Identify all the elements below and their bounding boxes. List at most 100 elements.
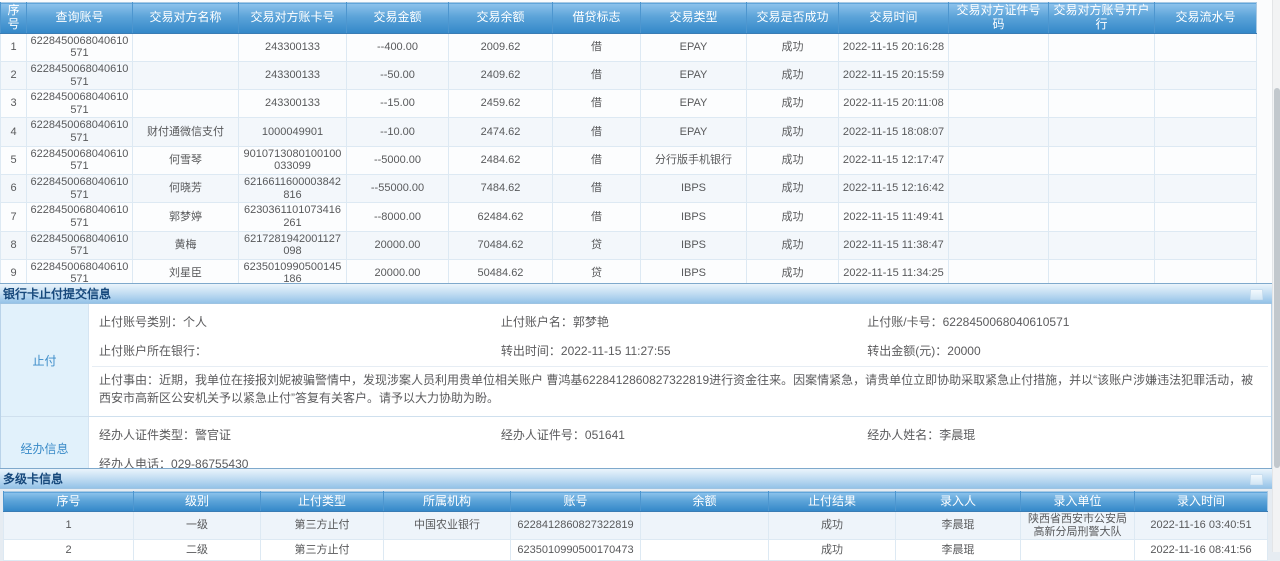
cell-type: 分行版手机银行 bbox=[641, 146, 747, 174]
scrollbar-thumb[interactable] bbox=[1274, 88, 1280, 468]
col-header-seq: 序号 bbox=[4, 492, 134, 512]
col-header-counterparty-card: 交易对方账卡号 bbox=[239, 3, 347, 34]
field-row: 止付账户所在银行： 转出时间：2022-11-15 11:27:55 转出金额(… bbox=[89, 335, 1271, 364]
field-value: 20000 bbox=[947, 344, 980, 358]
cell-time: 2022-11-15 20:11:08 bbox=[839, 90, 949, 118]
cell-counterparty-cert bbox=[949, 33, 1049, 61]
field-value: 051641 bbox=[585, 428, 625, 442]
cell-query-account: 6228450068040610571 bbox=[27, 146, 133, 174]
cell-result: 成功 bbox=[769, 512, 896, 540]
field-value: 近期，我单位在接报刘妮被骗警情中，发现涉案人员利用贵单位相关账户 曹鸿基6228… bbox=[99, 373, 1253, 405]
cell-counterparty-cert bbox=[949, 146, 1049, 174]
cell-stop-type: 第三方止付 bbox=[261, 512, 384, 540]
group-label-zhifu: 止付 bbox=[1, 304, 89, 416]
cell-operator: 李晨琨 bbox=[896, 512, 1021, 540]
multilevel-table: 序号 级别 止付类型 所属机构 账号 余额 止付结果 录入人 录入单位 录入时间… bbox=[3, 491, 1268, 561]
cell-account: 6228412860827322819 bbox=[511, 512, 641, 540]
cell-seq: 4 bbox=[1, 118, 27, 146]
field-value: 郭梦艳 bbox=[573, 315, 609, 329]
field-row: 经办人证件类型：警官证 经办人证件号：051641 经办人姓名：李晨琨 bbox=[89, 419, 1271, 448]
transactions-body: 1 6228450068040610571 243300133 --400.00… bbox=[1, 33, 1257, 316]
cell-amount: --55000.00 bbox=[347, 175, 449, 203]
field-cert-no: 经办人证件号：051641 bbox=[491, 419, 857, 448]
cell-counterparty-cert bbox=[949, 61, 1049, 89]
cell-level: 一级 bbox=[134, 512, 261, 540]
field-label: 经办人姓名： bbox=[867, 428, 939, 442]
cell-balance bbox=[641, 540, 769, 561]
cell-time: 2022-11-15 18:08:07 bbox=[839, 118, 949, 146]
cell-balance: 2009.62 bbox=[449, 33, 553, 61]
field-row: 止付账号类别：个人 止付账户名：郭梦艳 止付账/卡号：6228450068040… bbox=[89, 306, 1271, 335]
cell-seq: 2 bbox=[4, 540, 134, 561]
cell-success: 成功 bbox=[747, 90, 839, 118]
collapse-icon[interactable] bbox=[1250, 474, 1263, 485]
cell-seq: 5 bbox=[1, 146, 27, 174]
cell-serial bbox=[1155, 231, 1257, 259]
table-row: 2 二级 第三方止付 6235010990500170473 成功 李晨琨 20… bbox=[4, 540, 1268, 561]
cell-balance: 7484.62 bbox=[449, 175, 553, 203]
col-header-debit-credit-flag: 借贷标志 bbox=[553, 3, 641, 34]
cell-operator: 李晨琨 bbox=[896, 540, 1021, 561]
cell-counterparty-name bbox=[133, 90, 239, 118]
cell-org bbox=[384, 540, 511, 561]
cell-debit-credit-flag: 贷 bbox=[553, 231, 641, 259]
cell-query-account: 6228450068040610571 bbox=[27, 90, 133, 118]
cell-counterparty-name: 何雪琴 bbox=[133, 146, 239, 174]
col-header-account: 账号 bbox=[511, 492, 641, 512]
cell-type: IBPS bbox=[641, 203, 747, 231]
cell-counterparty-card: 243300133 bbox=[239, 61, 347, 89]
multilevel-section-header: 多级卡信息 bbox=[0, 468, 1272, 489]
cell-type: EPAY bbox=[641, 61, 747, 89]
cell-success: 成功 bbox=[747, 33, 839, 61]
field-value: 李晨琨 bbox=[939, 428, 975, 442]
cell-counterparty-cert bbox=[949, 231, 1049, 259]
cell-seq: 6 bbox=[1, 175, 27, 203]
cell-balance bbox=[641, 512, 769, 540]
vertical-scrollbar[interactable] bbox=[1272, 0, 1280, 552]
collapse-icon[interactable] bbox=[1250, 289, 1263, 300]
cell-serial bbox=[1155, 118, 1257, 146]
cell-amount: --50.00 bbox=[347, 61, 449, 89]
cell-time: 2022-11-15 12:16:42 bbox=[839, 175, 949, 203]
cell-query-account: 6228450068040610571 bbox=[27, 175, 133, 203]
cell-success: 成功 bbox=[747, 203, 839, 231]
stop-payment-body: 止付 止付账号类别：个人 止付账户名：郭梦艳 止付账/卡号：6228450068… bbox=[0, 304, 1272, 480]
col-header-time: 交易时间 bbox=[839, 3, 949, 34]
field-label: 转出金额(元)： bbox=[867, 344, 947, 358]
col-header-seq: 序号 bbox=[1, 3, 27, 34]
cell-type: EPAY bbox=[641, 118, 747, 146]
field-account-type: 止付账号类别：个人 bbox=[89, 306, 491, 335]
cell-unit: 陕西省西安市公安局高新分局刑警大队 bbox=[1021, 512, 1135, 540]
field-account-name: 止付账户名：郭梦艳 bbox=[491, 306, 857, 335]
col-header-success: 交易是否成功 bbox=[747, 3, 839, 34]
cell-counterparty-bank bbox=[1049, 61, 1155, 89]
cell-query-account: 6228450068040610571 bbox=[27, 61, 133, 89]
cell-amount: --15.00 bbox=[347, 90, 449, 118]
table-row: 3 6228450068040610571 243300133 --15.00 … bbox=[1, 90, 1257, 118]
cell-debit-credit-flag: 借 bbox=[553, 118, 641, 146]
cell-debit-credit-flag: 借 bbox=[553, 175, 641, 203]
cell-serial bbox=[1155, 61, 1257, 89]
table-row: 1 6228450068040610571 243300133 --400.00… bbox=[1, 33, 1257, 61]
cell-balance: 2484.62 bbox=[449, 146, 553, 174]
col-header-stop-type: 止付类型 bbox=[261, 492, 384, 512]
cell-stop-type: 第三方止付 bbox=[261, 540, 384, 561]
cell-amount: 20000.00 bbox=[347, 231, 449, 259]
col-header-balance: 余额 bbox=[641, 492, 769, 512]
cell-amount: --10.00 bbox=[347, 118, 449, 146]
cell-counterparty-card: 6230361101073416261 bbox=[239, 203, 347, 231]
field-bank: 止付账户所在银行： bbox=[89, 335, 491, 364]
cell-debit-credit-flag: 借 bbox=[553, 146, 641, 174]
cell-seq: 1 bbox=[1, 33, 27, 61]
cell-balance: 70484.62 bbox=[449, 231, 553, 259]
table-row: 6 6228450068040610571 何晓芳 62166116000038… bbox=[1, 175, 1257, 203]
cell-counterparty-cert bbox=[949, 90, 1049, 118]
cell-time: 2022-11-15 11:38:47 bbox=[839, 231, 949, 259]
cell-seq: 2 bbox=[1, 61, 27, 89]
cell-counterparty-name bbox=[133, 33, 239, 61]
field-reason: 止付事由：近期，我单位在接报刘妮被骗警情中，发现涉案人员利用贵单位相关账户 曹鸿… bbox=[92, 366, 1268, 414]
field-transfer-amount: 转出金额(元)：20000 bbox=[857, 335, 1271, 364]
cell-counterparty-cert bbox=[949, 118, 1049, 146]
field-transfer-time: 转出时间：2022-11-15 11:27:55 bbox=[491, 335, 857, 364]
field-label: 经办人证件类型： bbox=[99, 428, 195, 442]
